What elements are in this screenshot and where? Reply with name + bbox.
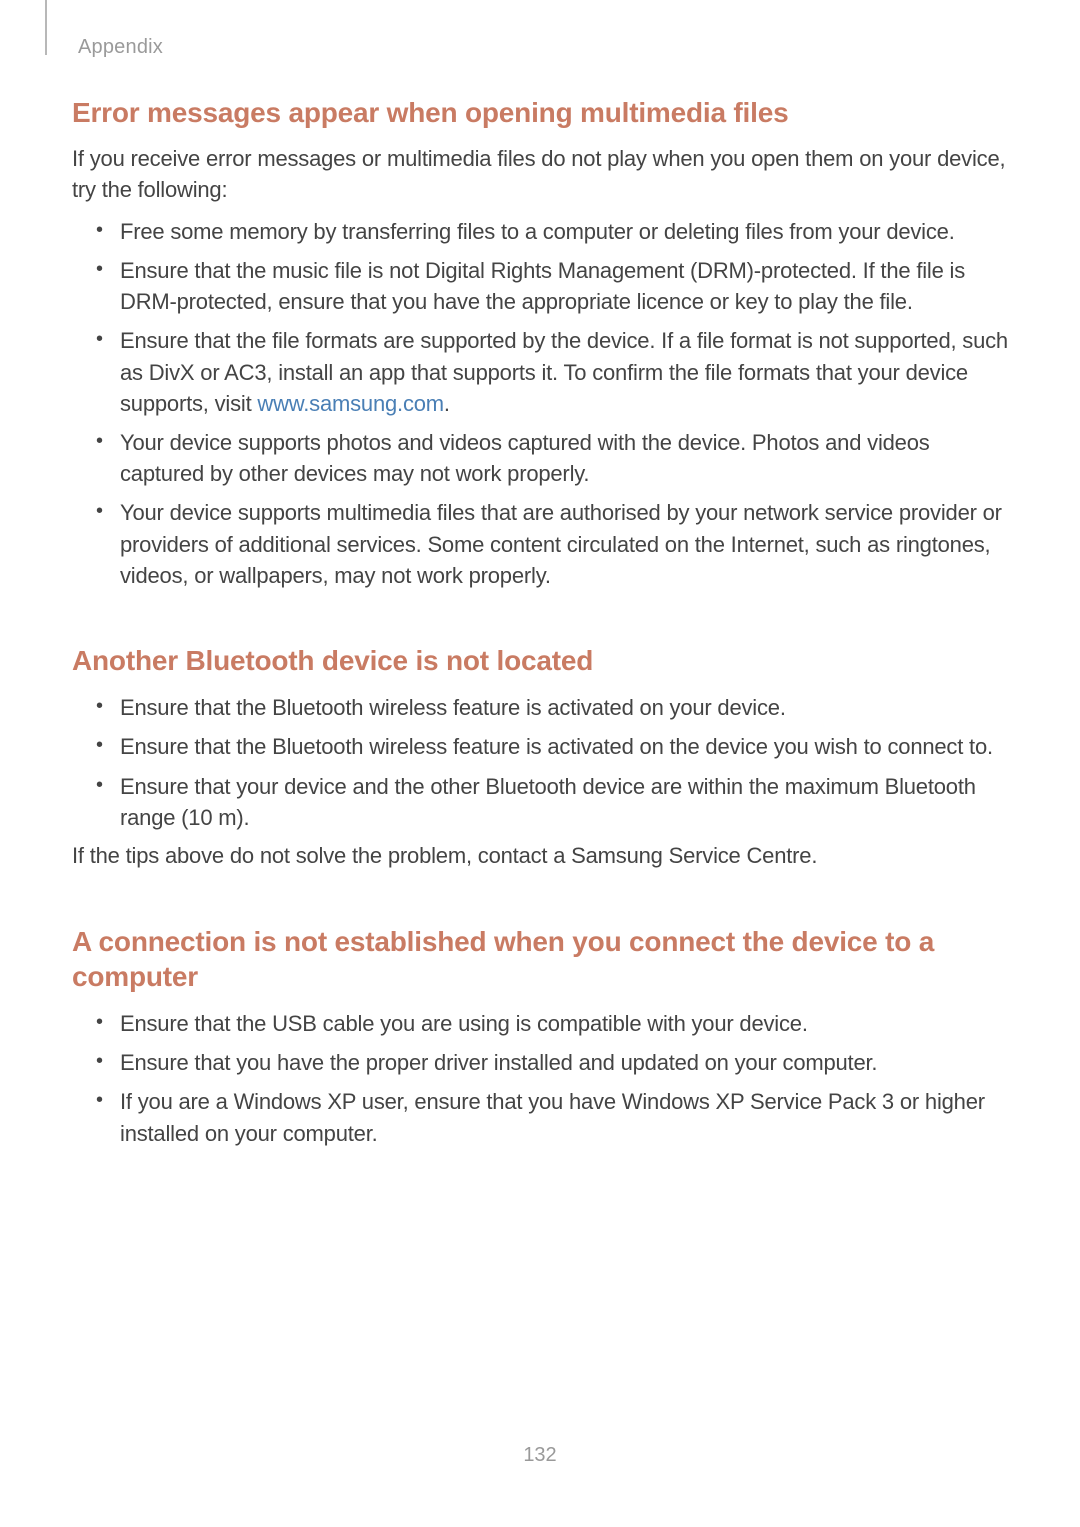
- heading-bluetooth: Another Bluetooth device is not located: [72, 643, 1008, 678]
- list-item: Ensure that the music file is not Digita…: [102, 255, 1008, 317]
- header-rule: [45, 0, 47, 55]
- list-item: Ensure that the file formats are support…: [102, 325, 1008, 419]
- samsung-link[interactable]: www.samsung.com: [257, 391, 444, 416]
- list-item: Ensure that the USB cable you are using …: [102, 1008, 1008, 1039]
- list-item: Ensure that your device and the other Bl…: [102, 771, 1008, 833]
- outro-bluetooth: If the tips above do not solve the probl…: [72, 841, 1008, 872]
- intro-multimedia: If you receive error messages or multime…: [72, 144, 1008, 206]
- bullet-list: Ensure that the USB cable you are using …: [72, 1008, 1008, 1149]
- list-item-text: Ensure that the file formats are support…: [120, 328, 1008, 415]
- bullet-list: Free some memory by transferring files t…: [72, 216, 1008, 592]
- section-bluetooth: Another Bluetooth device is not located …: [72, 643, 1008, 872]
- header-section-label: Appendix: [78, 36, 163, 59]
- page-number: 132: [0, 1444, 1080, 1467]
- list-item: Free some memory by transferring files t…: [102, 216, 1008, 247]
- list-item: Your device supports multimedia files th…: [102, 497, 1008, 591]
- list-item: Your device supports photos and videos c…: [102, 427, 1008, 489]
- list-item: Ensure that the Bluetooth wireless featu…: [102, 692, 1008, 723]
- section-usb-connection: A connection is not established when you…: [72, 924, 1008, 1149]
- list-item-text: .: [444, 391, 450, 416]
- heading-usb-connection: A connection is not established when you…: [72, 924, 1008, 994]
- page-body: Error messages appear when opening multi…: [0, 0, 1080, 1149]
- section-multimedia-errors: Error messages appear when opening multi…: [72, 95, 1008, 591]
- list-item: If you are a Windows XP user, ensure tha…: [102, 1086, 1008, 1148]
- list-item: Ensure that you have the proper driver i…: [102, 1047, 1008, 1078]
- bullet-list: Ensure that the Bluetooth wireless featu…: [72, 692, 1008, 833]
- list-item: Ensure that the Bluetooth wireless featu…: [102, 731, 1008, 762]
- heading-multimedia-errors: Error messages appear when opening multi…: [72, 95, 1008, 130]
